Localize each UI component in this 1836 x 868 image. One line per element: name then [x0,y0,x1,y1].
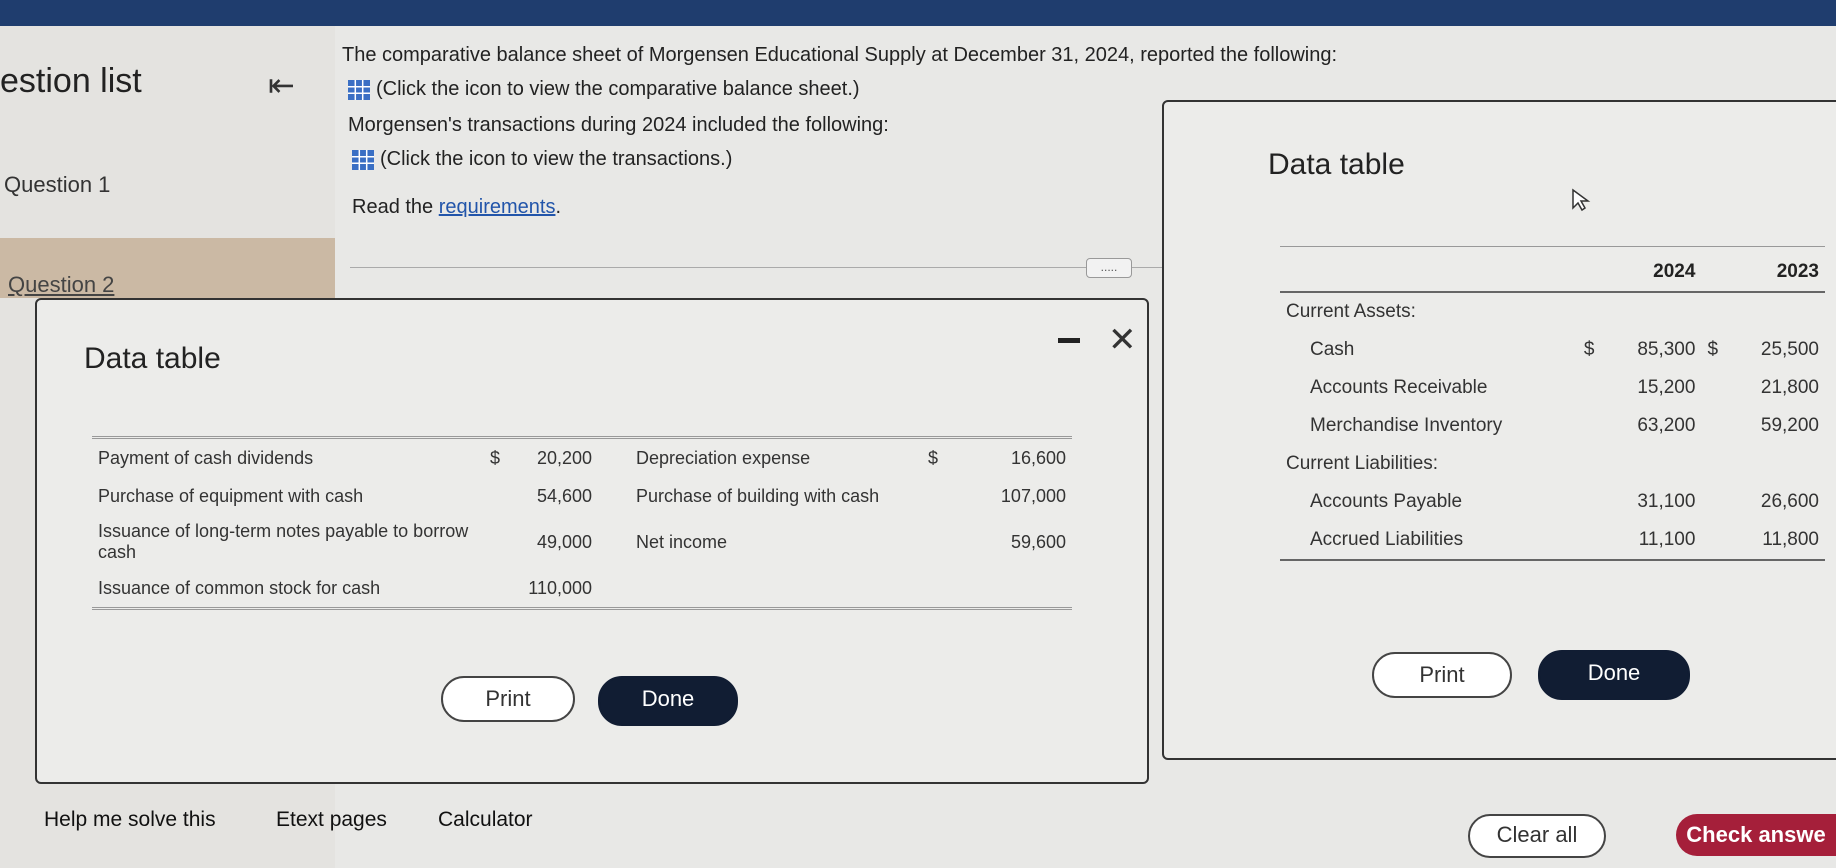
table-grid-icon[interactable] [348,79,370,100]
currency: $ [1583,339,1595,360]
top-bar [0,0,1836,26]
currency [1701,369,1733,407]
divider [350,267,1170,268]
value-2024: 85,300 [1637,339,1696,360]
table-row: Cash $ 85,300 $ 25,500 [1280,331,1825,369]
transactions-print-button[interactable]: Print [441,676,575,722]
table-grid-icon[interactable] [352,149,374,170]
section-current-liabilities: Current Liabilities: [1286,453,1439,474]
value [954,569,1072,609]
value-2023: 59,200 [1760,415,1819,436]
collapse-left-icon[interactable]: ⇤ [268,66,295,104]
currency [1578,483,1610,521]
currency [922,477,954,515]
currency [484,515,516,569]
row-label: Issuance of long-term notes payable to b… [98,521,469,562]
currency [1578,407,1610,445]
read-suffix: . [555,196,562,218]
mouse-cursor-icon [1572,188,1591,212]
currency [1701,521,1733,560]
table-row: Accounts Payable 31,100 26,600 [1280,483,1825,521]
balance-sheet-table: 2024 2023 Current Assets: Cash $ 85,300 … [1280,246,1825,561]
value: 110,000 [528,577,592,598]
currency [1701,407,1733,445]
read-prefix: Read the [352,196,439,218]
col-header-2023: 2023 [1733,246,1825,293]
row-label: Depreciation expense [636,447,811,468]
table-row: Accounts Receivable 15,200 21,800 [1280,369,1825,407]
row-label: Accounts Receivable [1310,377,1488,398]
intro-line-3: Morgensen's transactions during 2024 inc… [348,114,889,136]
value: 107,000 [1000,485,1066,506]
value-2023: 25,500 [1760,339,1819,360]
requirements-link[interactable]: requirements [439,196,556,218]
help-me-solve-button[interactable]: Help me solve this [44,808,216,832]
transactions-table: Payment of cash dividends $ 20,200 Depre… [92,436,1072,610]
value-2024: 15,200 [1637,377,1696,398]
transactions-link[interactable]: (Click the icon to view the transactions… [352,148,732,171]
value: 16,600 [1010,447,1066,468]
table-row: Purchase of equipment with cash 54,600 P… [92,477,1072,515]
close-icon[interactable]: ✕ [1108,320,1137,360]
read-requirements: Read the requirements. [352,196,561,219]
currency [1578,521,1610,560]
clear-all-button[interactable]: Clear all [1468,814,1606,858]
transactions-link-text[interactable]: (Click the icon to view the transactions… [380,148,732,170]
row-label: Issuance of common stock for cash [98,577,381,598]
expand-ellipsis-button[interactable]: ..... [1086,258,1132,278]
currency [1701,483,1733,521]
section-current-assets: Current Assets: [1286,301,1416,322]
value: 20,200 [536,447,592,468]
value-2023: 26,600 [1760,491,1819,512]
row-label: Purchase of equipment with cash [98,485,364,506]
row-label: Net income [636,531,728,552]
table-row: Payment of cash dividends $ 20,200 Depre… [92,438,1072,478]
table-row: Accrued Liabilities 11,100 11,800 [1280,521,1825,560]
balance-done-button[interactable]: Done [1538,650,1690,700]
etext-pages-button[interactable]: Etext pages [276,808,387,832]
value: 59,600 [1010,531,1066,552]
balance-sheet-link-text[interactable]: (Click the icon to view the comparative … [376,78,860,100]
value: 54,600 [536,485,592,506]
currency [484,477,516,515]
minimize-icon[interactable] [1058,338,1080,343]
value-2024: 63,200 [1637,415,1696,436]
col-header-2024: 2024 [1609,246,1702,293]
currency [922,569,954,609]
value-2024: 31,100 [1637,491,1696,512]
row-label: Accrued Liabilities [1310,529,1464,550]
row-label: Merchandise Inventory [1310,415,1503,436]
row-label: Payment of cash dividends [98,447,314,468]
row-label: Cash [1310,339,1355,360]
table-row: Issuance of long-term notes payable to b… [92,515,1072,569]
calculator-button[interactable]: Calculator [438,808,533,832]
table-row: Issuance of common stock for cash 110,00… [92,569,1072,609]
sidebar-item-question-2[interactable]: Question 2 [8,272,114,298]
currency: $ [1707,339,1719,360]
table-row: Merchandise Inventory 63,200 59,200 [1280,407,1825,445]
row-label: Accounts Payable [1310,491,1463,512]
row-label [630,569,922,609]
transactions-modal-title: Data table [84,342,221,375]
check-answer-button[interactable]: Check answe [1676,814,1836,856]
value-2023: 11,800 [1762,529,1819,550]
currency [1578,369,1610,407]
balance-print-button[interactable]: Print [1372,652,1512,698]
sidebar-title: estion list [0,62,142,100]
balance-sheet-modal-title: Data table [1268,148,1405,181]
currency: $ [490,447,501,468]
row-label: Purchase of building with cash [636,485,880,506]
currency [922,515,954,569]
intro-line-1: The comparative balance sheet of Morgens… [342,44,1338,66]
value: 49,000 [536,531,592,552]
currency: $ [928,447,939,468]
value-2023: 21,800 [1760,377,1819,398]
balance-sheet-link[interactable]: (Click the icon to view the comparative … [348,78,860,101]
sidebar-item-question-1[interactable]: Question 1 [4,172,110,198]
transactions-done-button[interactable]: Done [598,676,738,726]
value-2024: 11,100 [1638,529,1696,550]
currency [484,569,516,609]
